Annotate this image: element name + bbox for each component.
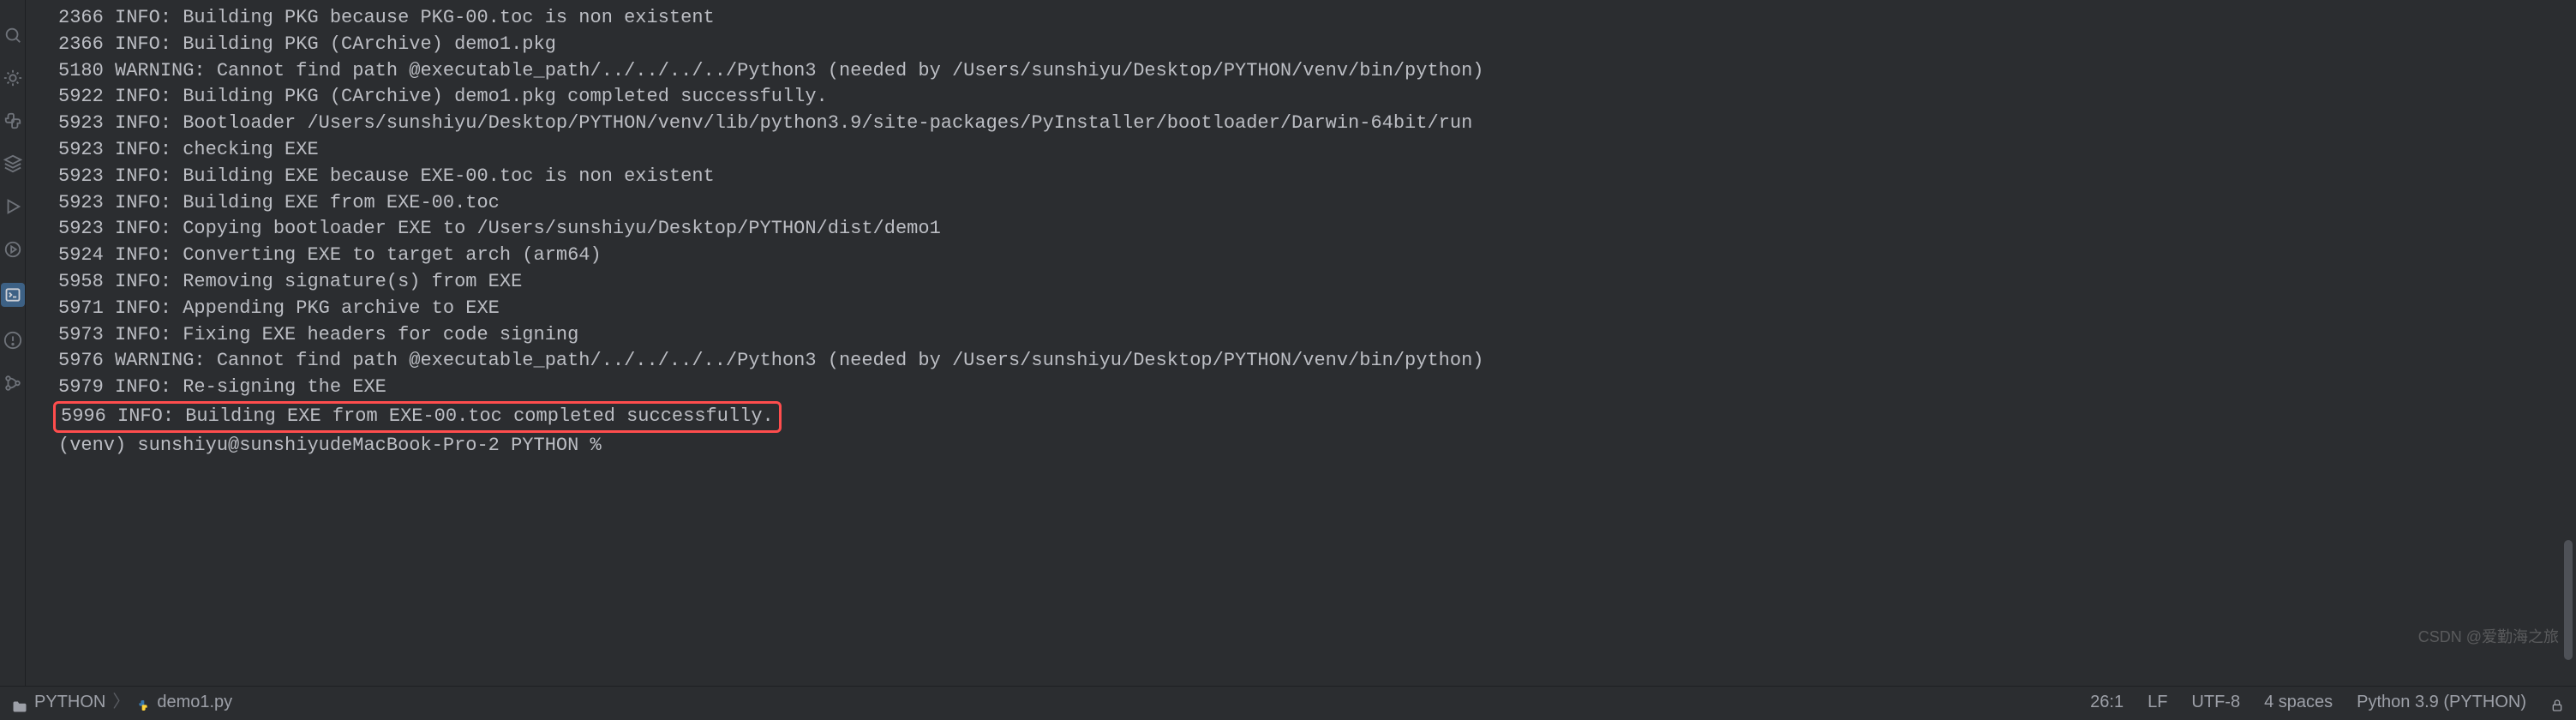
terminal-line: 5923 INFO: Copying bootloader EXE to /Us… [58, 216, 2543, 243]
watermark: CSDN @爱勤海之旅 [2418, 627, 2559, 648]
folder-icon [12, 696, 27, 708]
status-right: 26:1 LF UTF-8 4 spaces Python 3.9 (PYTHO… [2090, 690, 2564, 714]
terminal-line: 2366 INFO: Building PKG because PKG-00.t… [58, 5, 2543, 32]
coverage-icon[interactable] [3, 240, 22, 259]
indent-setting[interactable]: 4 spaces [2264, 690, 2333, 714]
problems-icon[interactable] [3, 331, 22, 350]
python-file-icon [136, 695, 150, 709]
encoding[interactable]: UTF-8 [2191, 690, 2240, 714]
python-console-icon[interactable] [3, 111, 22, 130]
layers-icon[interactable] [3, 154, 22, 173]
terminal-prompt[interactable]: (venv) sunshiyu@sunshiyudeMacBook-Pro-2 … [58, 433, 2543, 459]
terminal-line: 5180 WARNING: Cannot find path @executab… [58, 58, 2543, 85]
terminal-line: 5923 INFO: Building EXE because EXE-00.t… [58, 164, 2543, 190]
interpreter[interactable]: Python 3.9 (PYTHON) [2357, 690, 2526, 714]
terminal-line: 5924 INFO: Converting EXE to target arch… [58, 243, 2543, 269]
search-icon[interactable] [3, 26, 22, 45]
terminal-line: 5973 INFO: Fixing EXE headers for code s… [58, 322, 2543, 349]
scrollbar-track[interactable] [2562, 0, 2573, 686]
run-icon[interactable] [3, 197, 22, 216]
scrollbar-thumb[interactable] [2564, 540, 2573, 660]
terminal-line: 5971 INFO: Appending PKG archive to EXE [58, 296, 2543, 322]
breadcrumb[interactable]: PYTHON 〉 demo1.py [12, 690, 232, 714]
terminal-line: 5976 WARNING: Cannot find path @executab… [58, 348, 2543, 375]
main-area: 2366 INFO: Building PKG because PKG-00.t… [0, 0, 2576, 686]
terminal-highlighted-line: 5996 INFO: Building EXE from EXE-00.toc … [53, 401, 782, 433]
statusbar: PYTHON 〉 demo1.py 26:1 LF UTF-8 4 spaces… [0, 686, 2576, 717]
debug-icon[interactable] [3, 69, 22, 87]
sidebar [0, 0, 26, 686]
terminal-line: 5923 INFO: checking EXE [58, 137, 2543, 164]
vcs-icon[interactable] [3, 374, 22, 393]
terminal-line: 5923 INFO: Building EXE from EXE-00.toc [58, 190, 2543, 217]
terminal-line: 5958 INFO: Removing signature(s) from EX… [58, 269, 2543, 296]
terminal-panel[interactable]: 2366 INFO: Building PKG because PKG-00.t… [26, 0, 2576, 686]
chevron-right-icon: 〉 [112, 690, 129, 714]
line-separator[interactable]: LF [2148, 690, 2167, 714]
terminal-line: 5923 INFO: Bootloader /Users/sunshiyu/De… [58, 111, 2543, 137]
cursor-position[interactable]: 26:1 [2090, 690, 2124, 714]
terminal-line: 5979 INFO: Re-signing the EXE [58, 375, 2543, 401]
breadcrumb-root[interactable]: PYTHON [34, 690, 105, 714]
lock-icon[interactable] [2550, 695, 2564, 709]
terminal-line: 2366 INFO: Building PKG (CArchive) demo1… [58, 32, 2543, 58]
terminal-line: 5922 INFO: Building PKG (CArchive) demo1… [58, 84, 2543, 111]
terminal-icon[interactable] [1, 283, 25, 307]
breadcrumb-file[interactable]: demo1.py [157, 690, 232, 714]
